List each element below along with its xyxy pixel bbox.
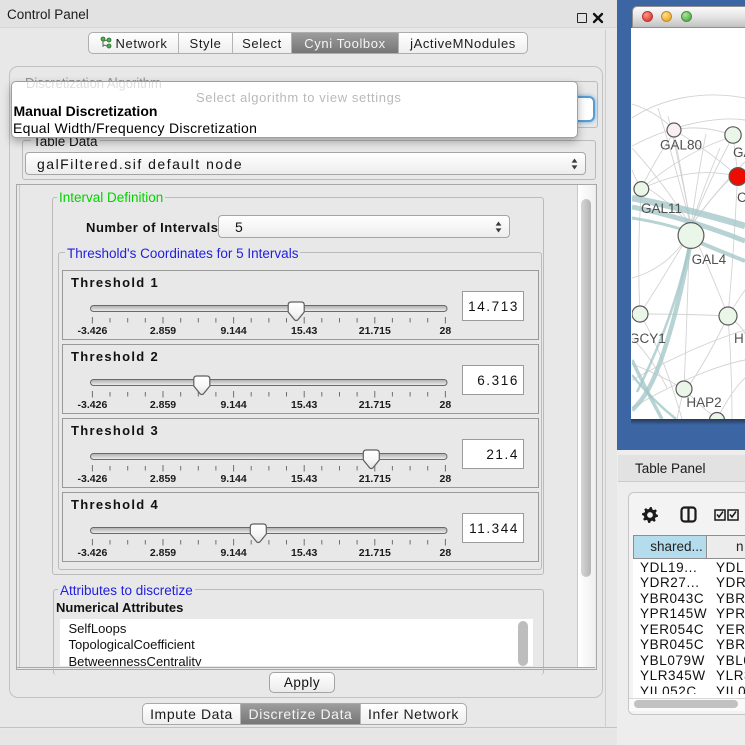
svg-text:HAP2: HAP2 [686,395,721,410]
svg-text:21.715: 21.715 [359,473,391,485]
svg-text:CY: CY [737,190,745,205]
svg-text:15.43: 15.43 [291,547,317,559]
svg-text:15.43: 15.43 [291,325,317,337]
svg-text:GAL4: GAL4 [692,252,727,267]
svg-text:28: 28 [440,473,452,485]
svg-text:-3.426: -3.426 [78,399,108,411]
svg-text:2.859: 2.859 [150,473,176,485]
svg-text:28: 28 [440,399,452,411]
svg-text:21.715: 21.715 [359,325,391,337]
svg-text:15.43: 15.43 [291,399,317,411]
svg-text:2.859: 2.859 [150,325,176,337]
svg-text:9.144: 9.144 [220,399,246,411]
svg-text:GA: GA [733,145,745,160]
svg-text:GCY1: GCY1 [632,331,666,346]
svg-text:2.859: 2.859 [150,399,176,411]
svg-text:9.144: 9.144 [220,547,246,559]
svg-text:15.43: 15.43 [291,473,317,485]
svg-text:21.715: 21.715 [359,547,391,559]
svg-text:9.144: 9.144 [220,473,246,485]
svg-text:21.715: 21.715 [359,399,391,411]
svg-text:-3.426: -3.426 [78,473,108,485]
svg-text:28: 28 [440,547,452,559]
svg-text:-3.426: -3.426 [78,547,108,559]
svg-text:HIS: HIS [734,331,745,346]
svg-text:28: 28 [440,325,452,337]
svg-text:-3.426: -3.426 [78,325,108,337]
svg-text:GAL11: GAL11 [641,201,682,216]
svg-text:2.859: 2.859 [150,547,176,559]
svg-text:GAL80: GAL80 [660,138,702,153]
svg-text:9.144: 9.144 [220,325,246,337]
